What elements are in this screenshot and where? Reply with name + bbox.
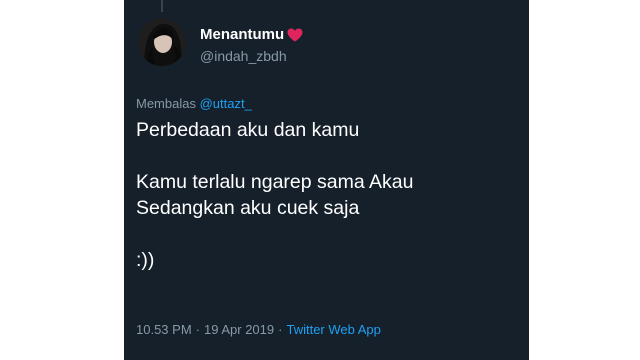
replying-to: Membalas @uttazt_ (136, 96, 252, 111)
reply-mention-link[interactable]: @uttazt_ (200, 96, 252, 111)
display-name-row[interactable]: Menantumu (200, 26, 303, 43)
screenshot-stage: Menantumu @indah_zbdh Membalas @uttazt_ … (0, 0, 640, 360)
avatar-image (138, 18, 186, 66)
tweet-text-line-3: :)) (136, 249, 155, 271)
separator: · (195, 322, 200, 337)
tweet-text-line-1: Perbedaan aku dan kamu (136, 119, 360, 141)
separator: · (278, 322, 283, 337)
tweet-text-spacer (136, 221, 521, 247)
tweet-text-line-2: Kamu terlalu ngarep sama Akau Sedangkan … (136, 171, 414, 219)
reply-prefix: Membalas (136, 96, 196, 111)
tweet-metadata: 10.53 PM · 19 Apr 2019 · Twitter Web App (136, 322, 381, 337)
tweet-text-spacer (136, 143, 521, 169)
tweet-card[interactable]: Menantumu @indah_zbdh Membalas @uttazt_ … (124, 0, 529, 360)
red-heart-icon (287, 28, 303, 41)
tweet-time[interactable]: 10.53 PM (136, 322, 192, 337)
tweet-date[interactable]: 19 Apr 2019 (204, 322, 274, 337)
tweet-text: Perbedaan aku dan kamu Kamu terlalu ngar… (136, 117, 521, 273)
avatar[interactable] (138, 18, 186, 66)
tweet-source-link[interactable]: Twitter Web App (286, 322, 380, 337)
user-handle[interactable]: @indah_zbdh (200, 48, 287, 64)
display-name[interactable]: Menantumu (200, 26, 284, 43)
thread-connector-line (161, 0, 163, 12)
